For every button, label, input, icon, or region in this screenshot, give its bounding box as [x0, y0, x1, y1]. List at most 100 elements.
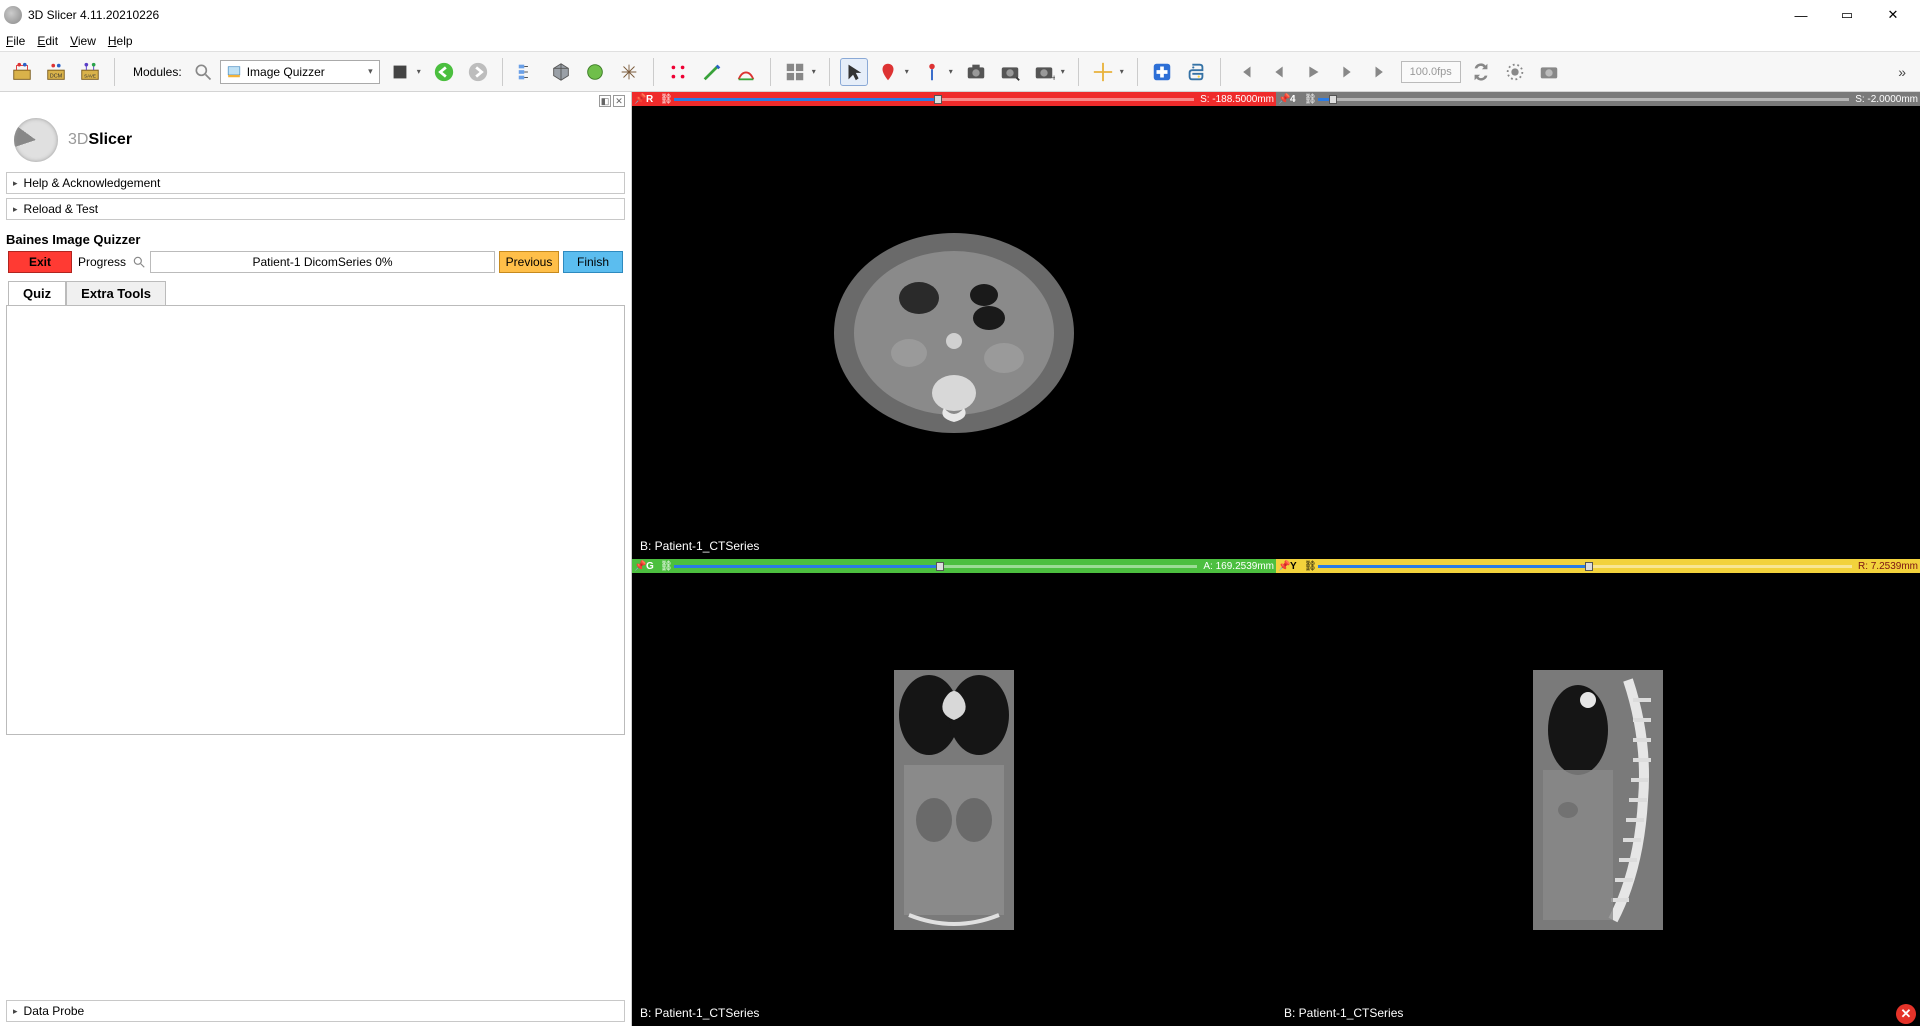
- data-probe-section[interactable]: ▸ Data Probe: [6, 1000, 625, 1022]
- slice-slider[interactable]: [1318, 562, 1852, 570]
- models-button[interactable]: [581, 58, 609, 86]
- module-history-button[interactable]: ▾: [386, 58, 424, 86]
- record-snapshot-button[interactable]: [1535, 58, 1563, 86]
- main-toolbar: DCM SAVE Modules: Image Quizzer ▾ ▾ ▾ ▾ …: [0, 52, 1920, 92]
- menu-edit[interactable]: Edit: [37, 34, 58, 48]
- toolbar-separator: [1137, 58, 1138, 86]
- fps-display[interactable]: 100.0fps: [1401, 61, 1461, 83]
- menu-file[interactable]: File: [6, 34, 25, 48]
- record-loop-button[interactable]: [1467, 58, 1495, 86]
- slice-view-green[interactable]: 📌 G ⛓ A: 169.2539mm: [632, 559, 1276, 1026]
- window-title: 3D Slicer 4.11.20210226: [28, 8, 1778, 22]
- record-prev-button[interactable]: [1265, 58, 1293, 86]
- screenshot-button[interactable]: [962, 58, 990, 86]
- help-acknowledgement-section[interactable]: ▸ Help & Acknowledgement: [6, 172, 625, 194]
- segmentation-threshold-button[interactable]: [732, 58, 760, 86]
- toolbar-separator: [1220, 58, 1221, 86]
- slice-view-red[interactable]: 📌 R ⛓ S: -188.5000mm: [632, 92, 1276, 559]
- markups-button[interactable]: [664, 58, 692, 86]
- quizzer-controls: Exit Progress Patient-1 DicomSeries 0% P…: [0, 251, 631, 273]
- slice-header-green[interactable]: 📌 G ⛓ A: 169.2539mm: [632, 559, 1276, 573]
- triangle-right-icon: ▸: [13, 204, 18, 215]
- error-status-icon[interactable]: ✕: [1896, 1004, 1916, 1024]
- load-dicom-button[interactable]: DCM: [42, 58, 70, 86]
- nav-forward-button[interactable]: [464, 58, 492, 86]
- reload-test-section[interactable]: ▸ Reload & Test: [6, 198, 625, 220]
- layout-selector[interactable]: ▾: [781, 58, 819, 86]
- link-icon[interactable]: ⛓: [660, 94, 672, 105]
- previous-button[interactable]: Previous: [499, 251, 559, 273]
- link-icon[interactable]: ⛓: [660, 561, 672, 572]
- tab-quiz[interactable]: Quiz: [8, 281, 66, 305]
- help-ack-label: Help & Acknowledgement: [24, 176, 161, 190]
- slice-header-gray[interactable]: 📌 4 ⛓ S: -2.0000mm: [1276, 92, 1920, 106]
- slice-slider[interactable]: [1318, 95, 1849, 103]
- slice-letter: Y: [1290, 561, 1302, 572]
- ruler-tool[interactable]: ▾: [918, 58, 956, 86]
- finish-button[interactable]: Finish: [563, 251, 623, 273]
- load-data-button[interactable]: [8, 58, 36, 86]
- close-window-button[interactable]: ✕: [1870, 0, 1916, 30]
- toolbar-separator: [502, 58, 503, 86]
- extension-manager-button[interactable]: [1148, 58, 1176, 86]
- toolbar-separator: [114, 58, 115, 86]
- fiducial-tool[interactable]: ▾: [874, 58, 912, 86]
- link-icon[interactable]: ⛓: [1304, 94, 1316, 105]
- panel-close-icon[interactable]: ✕: [613, 95, 625, 107]
- module-selected-name: Image Quizzer: [247, 65, 325, 79]
- pin-icon[interactable]: 📌: [1278, 94, 1288, 105]
- crosshair-tool[interactable]: ▾: [1089, 58, 1127, 86]
- menu-help[interactable]: Help: [108, 34, 133, 48]
- slice-header-yellow[interactable]: 📌 Y ⛓ R: 7.2539mm: [1276, 559, 1920, 573]
- ct-coronal-image: [894, 670, 1014, 930]
- record-last-button[interactable]: [1367, 58, 1395, 86]
- menu-view[interactable]: View: [70, 34, 96, 48]
- toolbar-separator: [1078, 58, 1079, 86]
- exit-button[interactable]: Exit: [8, 251, 72, 273]
- slice-view-yellow[interactable]: 📌 Y ⛓ R: 7.2539mm: [1276, 559, 1920, 1026]
- slice-view-gray[interactable]: 📌 4 ⛓ S: -2.0000mm: [1276, 92, 1920, 559]
- save-button[interactable]: SAVE: [76, 58, 104, 86]
- panel-popout-icon[interactable]: ◧: [599, 95, 611, 107]
- triangle-right-icon: ▸: [13, 178, 18, 189]
- slicer-logo-text: 3DSlicer: [68, 131, 132, 149]
- record-play-button[interactable]: [1299, 58, 1327, 86]
- content-area: ◧ ✕ 3DSlicer ▸ Help & Acknowledgement ▸ …: [0, 92, 1920, 1026]
- nav-back-button[interactable]: [430, 58, 458, 86]
- crosshair-visibility[interactable]: +▾: [1030, 58, 1068, 86]
- slice-slider[interactable]: [674, 95, 1194, 103]
- link-icon[interactable]: ⛓: [1304, 561, 1316, 572]
- reload-test-label: Reload & Test: [24, 202, 99, 216]
- pin-icon[interactable]: 📌: [634, 94, 644, 105]
- toolbar-overflow-icon[interactable]: »: [1898, 64, 1912, 80]
- pin-icon[interactable]: 📌: [634, 561, 644, 572]
- cursor-tool-button[interactable]: [840, 58, 868, 86]
- ct-axial-image: [824, 223, 1084, 443]
- minimize-button[interactable]: —: [1778, 0, 1824, 30]
- module-search-icon[interactable]: [192, 61, 214, 83]
- volume-rendering-button[interactable]: [547, 58, 575, 86]
- module-selector[interactable]: Image Quizzer ▾: [220, 60, 380, 84]
- record-next-button[interactable]: [1333, 58, 1361, 86]
- slice-caption: B: Patient-1_CTSeries: [640, 1006, 759, 1020]
- transforms-button[interactable]: [615, 58, 643, 86]
- toolbar-separator: [770, 58, 771, 86]
- search-icon[interactable]: [132, 255, 146, 269]
- svg-text:+: +: [1051, 73, 1055, 83]
- segment-editor-button[interactable]: [698, 58, 726, 86]
- chevron-down-icon: ▾: [368, 66, 373, 77]
- python-console-button[interactable]: [1182, 58, 1210, 86]
- pin-icon[interactable]: 📌: [1278, 561, 1288, 572]
- scene-tree-button[interactable]: [513, 58, 541, 86]
- slice-letter: R: [646, 94, 658, 105]
- scene-view-button[interactable]: [996, 58, 1024, 86]
- record-first-button[interactable]: [1231, 58, 1259, 86]
- maximize-button[interactable]: ▭: [1824, 0, 1870, 30]
- record-settings-button[interactable]: [1501, 58, 1529, 86]
- slice-slider[interactable]: [674, 562, 1197, 570]
- tab-extra-tools[interactable]: Extra Tools: [66, 281, 166, 305]
- triangle-right-icon: ▸: [13, 1006, 18, 1017]
- app-icon: [4, 6, 22, 24]
- svg-text:DCM: DCM: [50, 73, 63, 79]
- slice-header-red[interactable]: 📌 R ⛓ S: -188.5000mm: [632, 92, 1276, 106]
